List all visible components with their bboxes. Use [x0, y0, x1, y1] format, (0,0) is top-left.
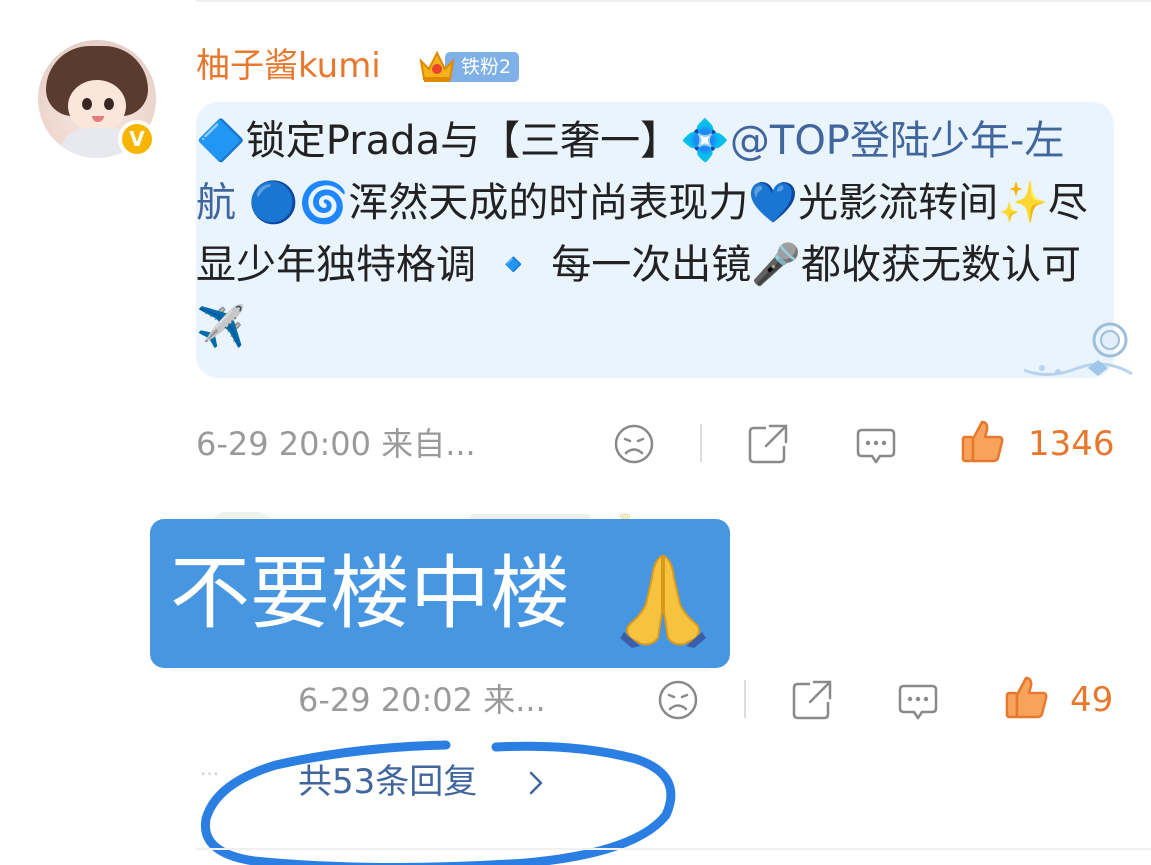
bubble-decoration-icon [1023, 322, 1133, 376]
username[interactable]: 柚子酱kumi [196, 42, 381, 90]
sad-face-icon[interactable] [656, 678, 700, 722]
comment-text-part2: 🔵🌀浑然天成的时尚表现力💙光影流转间✨尽显少年独特格调 🔹 每一次出镜🎤都收获无… [196, 180, 1088, 350]
meta-separator [744, 680, 746, 718]
avatar-face [68, 80, 126, 132]
pray-icon [620, 554, 706, 648]
reply-time: 6-29 20:02 来... [298, 681, 546, 719]
like-icon[interactable] [960, 418, 1006, 464]
verified-icon: V [118, 120, 156, 158]
avatar-eye-right [104, 98, 114, 110]
comment-time: 6-29 20:00 来自... [196, 425, 476, 463]
like-count: 1346 [1028, 424, 1115, 464]
comment-text-part1: 🔷锁定Prada与【三奢一】💠 [196, 118, 730, 164]
comment-icon[interactable] [854, 424, 898, 468]
scribble-annotation [200, 740, 676, 865]
sad-face-icon[interactable] [612, 422, 656, 466]
comment-icon[interactable] [896, 680, 940, 724]
bottom-divider [196, 848, 1151, 850]
overlay-text: 不要楼中楼 [170, 547, 570, 640]
meta-separator [700, 424, 702, 462]
top-divider [196, 0, 1151, 2]
reply-like-count: 49 [1070, 680, 1114, 720]
weibo-comment-page: V 柚子酱kumi 铁粉2 🔷锁定Prada与【三奢一】💠@TOP登陆少年-左航… [0, 0, 1151, 865]
share-icon[interactable] [790, 678, 834, 722]
share-icon[interactable] [746, 422, 790, 466]
comment-text: 🔷锁定Prada与【三奢一】💠@TOP登陆少年-左航 🔵🌀浑然天成的时尚表现力💙… [196, 110, 1101, 358]
avatar-eye-left [82, 98, 92, 110]
like-icon[interactable] [1004, 674, 1050, 720]
crown-icon [419, 50, 455, 82]
